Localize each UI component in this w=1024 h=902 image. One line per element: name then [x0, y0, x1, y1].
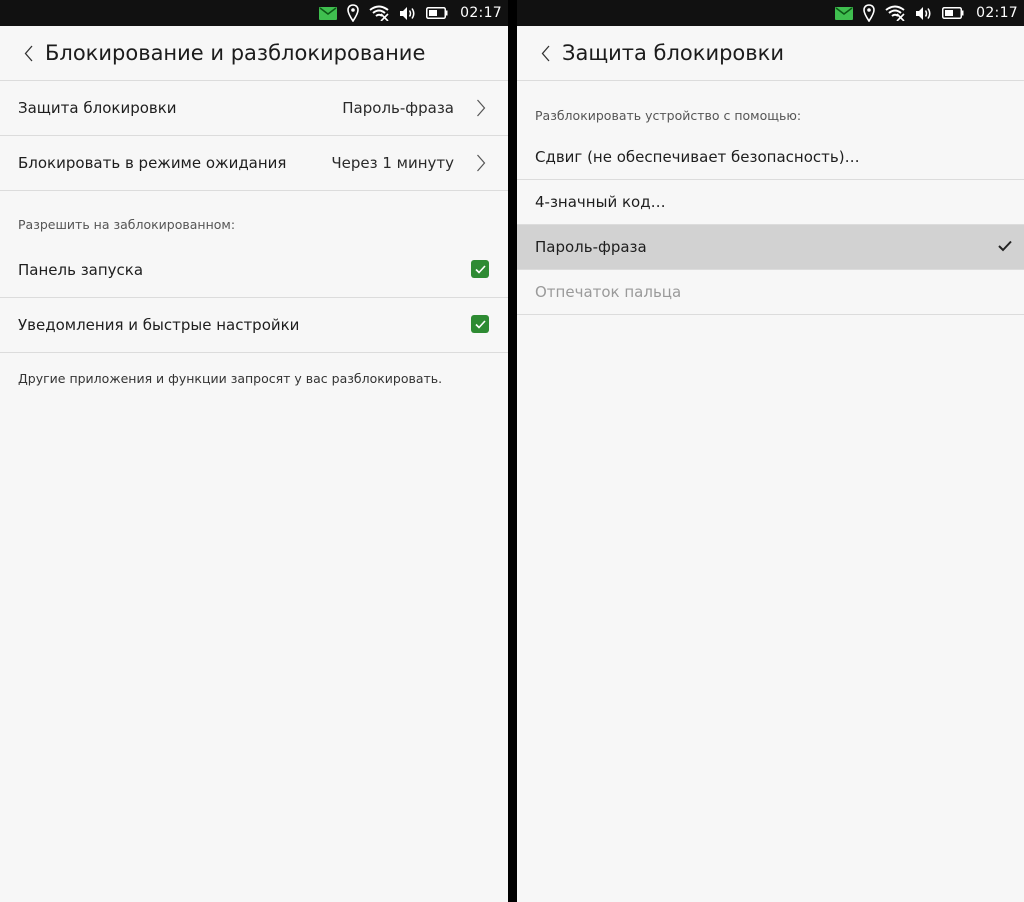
volume-icon [399, 6, 416, 21]
row-value: Пароль-фраза [342, 99, 454, 117]
row-label: Блокировать в режиме ожидания [18, 154, 287, 172]
page-title: Защита блокировки [562, 41, 784, 65]
unlock-method-caption: Разблокировать устройство с помощью: [535, 108, 802, 123]
back-button[interactable] [20, 40, 36, 66]
option-passphrase[interactable]: Пароль-фраза [517, 225, 1024, 270]
checkmark-icon [474, 319, 486, 329]
option-4-digit-code[interactable]: 4-значный код… [517, 180, 1024, 225]
option-label: Пароль-фраза [535, 238, 647, 256]
status-bar: 02:17 [517, 0, 1024, 26]
standby-lock-row[interactable]: Блокировать в режиме ожидания Через 1 ми… [0, 136, 508, 191]
volume-icon [915, 6, 932, 21]
wifi-icon [369, 5, 389, 21]
location-icon [863, 4, 875, 22]
launcher-toggle-row[interactable]: Панель запуска [0, 243, 508, 298]
launcher-checkbox[interactable] [471, 260, 489, 278]
page-header: Защита блокировки [517, 26, 1024, 81]
location-icon [347, 4, 359, 22]
page-title: Блокирование и разблокирование [45, 41, 426, 65]
back-button[interactable] [537, 40, 553, 66]
option-swipe[interactable]: Сдвиг (не обеспечивает безопасность)… [517, 135, 1024, 180]
mail-icon [319, 6, 338, 20]
row-label: Защита блокировки [18, 99, 177, 117]
footnote-text: Другие приложения и функции запросят у в… [18, 371, 443, 386]
status-time: 02:17 [976, 5, 1018, 21]
battery-icon [426, 7, 448, 19]
option-fingerprint: Отпечаток пальца [517, 270, 1024, 315]
row-label: Уведомления и быстрые настройки [18, 316, 300, 334]
wifi-icon [885, 5, 905, 21]
option-label: 4-значный код… [535, 193, 666, 211]
status-bar: 02:17 [0, 0, 508, 26]
checkmark-icon [474, 264, 486, 274]
status-time: 02:17 [460, 5, 502, 21]
chevron-left-icon [541, 45, 549, 61]
option-label: Сдвиг (не обеспечивает безопасность)… [535, 148, 860, 166]
chevron-right-icon [477, 154, 486, 172]
battery-icon [942, 7, 964, 19]
notifications-checkbox[interactable] [471, 315, 489, 333]
row-value: Через 1 минуту [331, 154, 454, 172]
lock-settings-screen: 02:17 Блокирование и разблокирование Защ… [0, 0, 508, 902]
row-label: Панель запуска [18, 261, 144, 279]
chevron-right-icon [477, 99, 486, 117]
option-label: Отпечаток пальца [535, 283, 682, 301]
lock-protection-screen: 02:17 Защита блокировки Разблокировать у… [517, 0, 1024, 902]
mail-icon [835, 6, 854, 20]
checkmark-icon [998, 240, 1012, 252]
notifications-toggle-row[interactable]: Уведомления и быстрые настройки [0, 298, 508, 353]
allow-on-locked-caption: Разрешить на заблокированном: [18, 217, 236, 232]
lock-protection-row[interactable]: Защита блокировки Пароль-фраза [0, 81, 508, 136]
page-header: Блокирование и разблокирование [0, 26, 508, 81]
chevron-left-icon [24, 45, 32, 61]
